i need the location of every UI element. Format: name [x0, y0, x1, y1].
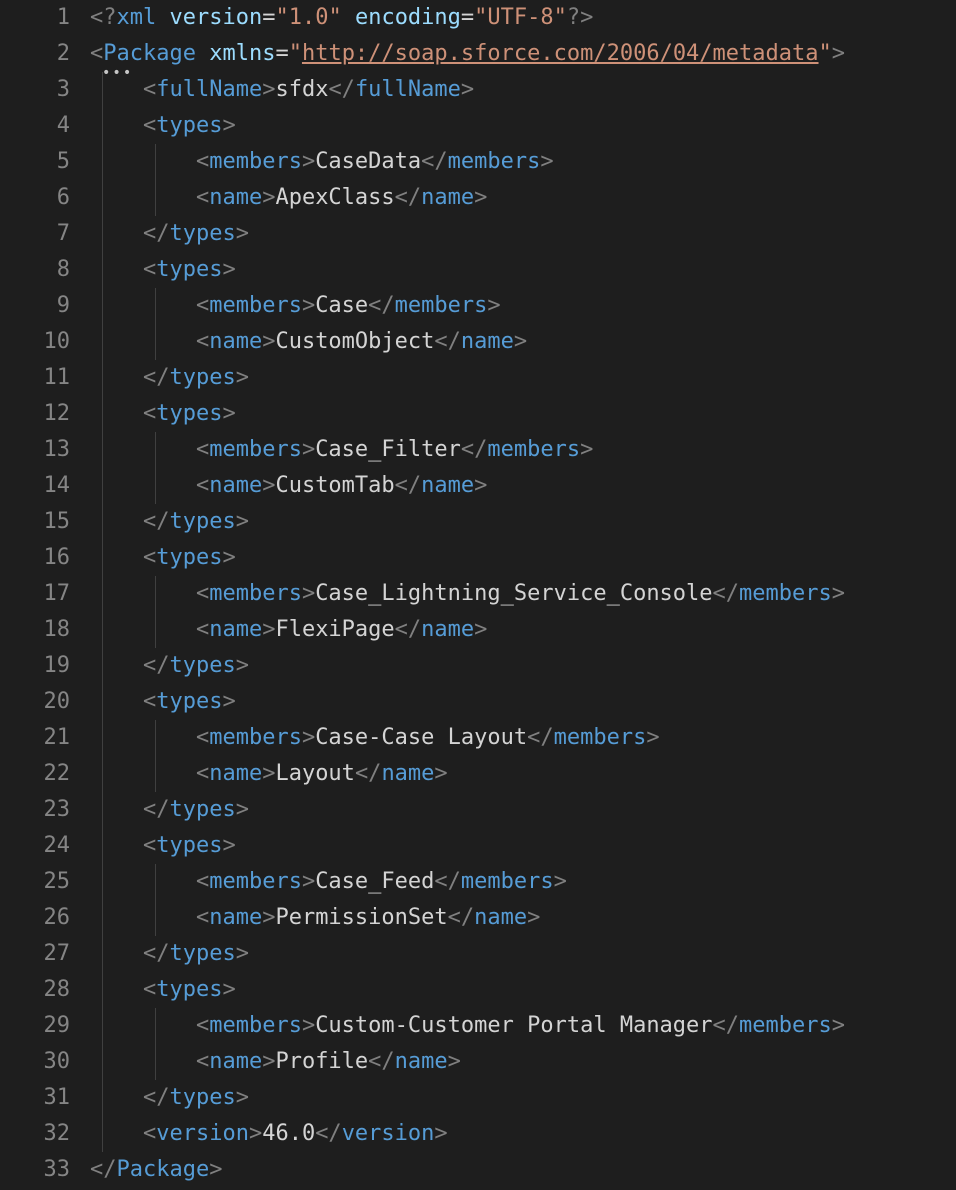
line-number: 33 — [0, 1152, 70, 1188]
line-number: 10 — [0, 324, 70, 360]
line-number: 16 — [0, 540, 70, 576]
code-line[interactable]: <types> — [90, 252, 956, 288]
line-number-gutter: 1 2 3 4 5 6 7 8 9 10 11 12 13 14 15 16 1… — [0, 0, 90, 1188]
line-number: 11 — [0, 360, 70, 396]
code-line[interactable]: <members>Custom-Customer Portal Manager<… — [90, 1008, 956, 1044]
line-number: 7 — [0, 216, 70, 252]
line-number: 23 — [0, 792, 70, 828]
line-number: 6 — [0, 180, 70, 216]
line-number: 31 — [0, 1080, 70, 1116]
code-line[interactable]: <name>ApexClass</name> — [90, 180, 956, 216]
line-number: 22 — [0, 756, 70, 792]
code-line[interactable]: </types> — [90, 936, 956, 972]
line-number: 19 — [0, 648, 70, 684]
line-number: 30 — [0, 1044, 70, 1080]
code-line[interactable]: <name>Profile</name> — [90, 1044, 956, 1080]
line-number: 9 — [0, 288, 70, 324]
code-line[interactable]: <members>Case-Case Layout</members> — [90, 720, 956, 756]
code-line[interactable]: </types> — [90, 504, 956, 540]
line-number: 25 — [0, 864, 70, 900]
code-line[interactable]: <members>Case</members> — [90, 288, 956, 324]
line-number: 8 — [0, 252, 70, 288]
line-number: 24 — [0, 828, 70, 864]
code-line[interactable]: <types> — [90, 972, 956, 1008]
line-number: 18 — [0, 612, 70, 648]
code-line[interactable]: </types> — [90, 792, 956, 828]
code-line[interactable]: <Package xmlns="http://soap.sforce.com/2… — [90, 36, 956, 72]
line-number: 15 — [0, 504, 70, 540]
line-number: 2 — [0, 36, 70, 72]
code-line[interactable]: </types> — [90, 648, 956, 684]
code-line[interactable]: <name>CustomObject</name> — [90, 324, 956, 360]
code-line[interactable]: <types> — [90, 684, 956, 720]
line-number: 32 — [0, 1116, 70, 1152]
line-number: 1 — [0, 0, 70, 36]
code-line[interactable]: <types> — [90, 540, 956, 576]
line-number: 12 — [0, 396, 70, 432]
line-number: 4 — [0, 108, 70, 144]
code-line[interactable]: <types> — [90, 396, 956, 432]
code-line[interactable]: </types> — [90, 1080, 956, 1116]
line-number: 29 — [0, 1008, 70, 1044]
code-line[interactable]: </Package> — [90, 1152, 956, 1188]
code-line[interactable]: <?xml version="1.0" encoding="UTF-8"?> — [90, 0, 956, 36]
code-line[interactable]: <name>FlexiPage</name> — [90, 612, 956, 648]
code-line[interactable]: <types> — [90, 828, 956, 864]
code-editor[interactable]: 1 2 3 4 5 6 7 8 9 10 11 12 13 14 15 16 1… — [0, 0, 956, 1188]
line-number: 5 — [0, 144, 70, 180]
code-line[interactable]: <members>Case_Filter</members> — [90, 432, 956, 468]
code-line[interactable]: <name>PermissionSet</name> — [90, 900, 956, 936]
code-line[interactable]: <name>Layout</name> — [90, 756, 956, 792]
code-area[interactable]: <?xml version="1.0" encoding="UTF-8"?><P… — [90, 0, 956, 1188]
line-number: 20 — [0, 684, 70, 720]
line-number: 27 — [0, 936, 70, 972]
code-line[interactable]: <version>46.0</version> — [90, 1116, 956, 1152]
code-line[interactable]: <members>CaseData</members> — [90, 144, 956, 180]
code-line[interactable]: <types> — [90, 108, 956, 144]
code-line[interactable]: <members>Case_Feed</members> — [90, 864, 956, 900]
line-number: 14 — [0, 468, 70, 504]
code-line[interactable]: </types> — [90, 360, 956, 396]
line-number: 28 — [0, 972, 70, 1008]
code-line[interactable]: </types> — [90, 216, 956, 252]
code-line[interactable]: <name>CustomTab</name> — [90, 468, 956, 504]
code-line[interactable]: <members>Case_Lightning_Service_Console<… — [90, 576, 956, 612]
line-number: 26 — [0, 900, 70, 936]
line-number: 17 — [0, 576, 70, 612]
line-number: 3 — [0, 72, 70, 108]
code-line[interactable]: <fullName>sfdx</fullName> — [90, 72, 956, 108]
line-number: 13 — [0, 432, 70, 468]
line-number: 21 — [0, 720, 70, 756]
